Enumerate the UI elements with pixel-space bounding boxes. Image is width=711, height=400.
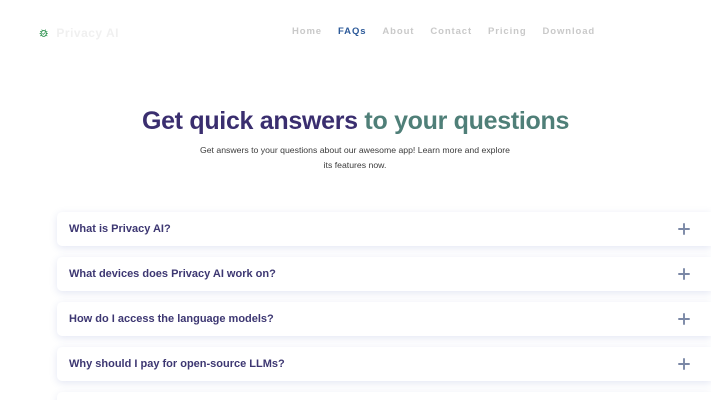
plus-icon[interactable] xyxy=(678,268,690,280)
faq-question: What is Privacy AI? xyxy=(69,223,171,235)
nav-faqs-link[interactable]: FAQs xyxy=(338,26,366,38)
faq-question: What devices does Privacy AI work on? xyxy=(69,268,276,280)
page-subtitle: Get answers to your questions about our … xyxy=(199,145,511,170)
plus-icon[interactable] xyxy=(678,223,690,235)
nav-home-link[interactable]: Home xyxy=(292,26,322,38)
page-title-primary: Get quick answers xyxy=(141,107,358,135)
page-title: Get quick answers to your questions xyxy=(0,103,711,139)
bug-icon xyxy=(39,29,48,37)
page-title-accent: to your questions xyxy=(364,107,570,135)
nav-about-link[interactable]: About xyxy=(382,26,414,38)
nav-download-link[interactable]: Download xyxy=(543,26,596,38)
faq-item-language-model-access[interactable]: How do I access the language models? xyxy=(57,302,711,336)
faq-item-supported-devices[interactable]: What devices does Privacy AI work on? xyxy=(57,257,711,291)
nav-contact-link[interactable]: Contact xyxy=(430,26,472,38)
site-header: Privacy AI Home FAQs About Contact Prici… xyxy=(0,0,711,64)
faq-item-partial[interactable] xyxy=(57,392,711,400)
main-navigation: Home FAQs About Contact Pricing Download xyxy=(292,26,595,38)
faq-item-open-source-payment[interactable]: Why should I pay for open-source LLMs? xyxy=(57,347,711,381)
plus-icon[interactable] xyxy=(678,358,690,370)
faq-item-what-is-privacy-ai[interactable]: What is Privacy AI? xyxy=(57,212,711,246)
brand-logo[interactable]: Privacy AI xyxy=(39,22,119,44)
plus-icon[interactable] xyxy=(678,313,690,325)
faq-question: Why should I pay for open-source LLMs? xyxy=(69,358,285,370)
faq-question: How do I access the language models? xyxy=(69,313,274,325)
brand-name: Privacy AI xyxy=(56,26,119,40)
faq-list: What is Privacy AI? What devices does Pr… xyxy=(57,212,711,392)
faq-page: Privacy AI Home FAQs About Contact Prici… xyxy=(0,0,711,400)
nav-pricing-link[interactable]: Pricing xyxy=(488,26,527,38)
